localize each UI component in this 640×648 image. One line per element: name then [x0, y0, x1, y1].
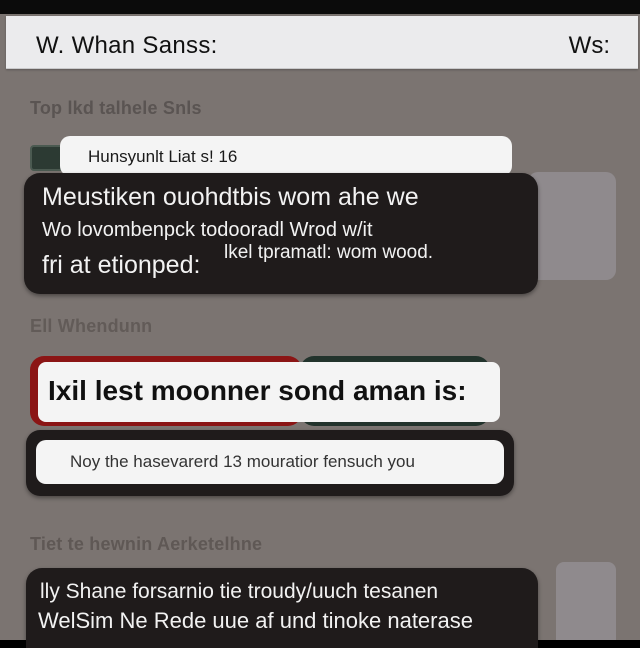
message-bubble-1-line-4: lkel tpramatl: wom wood. [224, 242, 434, 263]
message-input[interactable]: Ixil lest moonner sond aman is: [38, 362, 500, 422]
notification-pill[interactable]: Hunsyunlt Liat s! 16 [60, 136, 512, 176]
section-label-3: Tiet te hewnin Aerketelhne [30, 534, 263, 554]
info-pill: Noy the hasevarerd 13 mouratior fensuch … [36, 440, 504, 484]
message-bubble-2-line-2: WelSim Ne Rede uue af und tinoke nateras… [38, 608, 473, 633]
app-header: W. Whan Sanss: Ws: [6, 16, 638, 69]
message-input-text: Ixil lest moonner sond aman is: [48, 375, 467, 406]
info-pill-text: Noy the hasevarerd 13 mouratior fensuch … [70, 452, 415, 471]
attachment-icon [30, 145, 64, 171]
header-right-label[interactable]: Ws: [569, 32, 610, 60]
top-status-bar [0, 0, 640, 14]
message-bubble-1-line-1: Meustiken ouohdtbis wom ahe we [42, 183, 419, 211]
side-tab-2[interactable] [556, 562, 616, 640]
page-title: W. Whan Sanss: [36, 32, 218, 59]
section-label-2: Ell Whendunn [30, 316, 153, 336]
message-bubble-1-line-2: Wo lovombenpck todooradl Wrod w/it [42, 219, 373, 241]
message-bubble-1-line-3: fri at etionped: [42, 251, 201, 279]
info-bubble[interactable]: Noy the hasevarerd 13 mouratior fensuch … [26, 430, 514, 496]
section-label-1: Top lkd talhele Snls [30, 98, 202, 118]
message-bubble-2-line-1: lly Shane forsarnio tie troudy/uuch tesa… [40, 580, 439, 603]
side-tab-1[interactable] [528, 172, 616, 280]
message-bubble-2[interactable]: lly Shane forsarnio tie troudy/uuch tesa… [26, 568, 538, 648]
notification-pill-text: Hunsyunlt Liat s! 16 [88, 147, 238, 166]
message-bubble-1[interactable]: Meustiken ouohdtbis wom ahe we Wo lovomb… [24, 173, 538, 294]
